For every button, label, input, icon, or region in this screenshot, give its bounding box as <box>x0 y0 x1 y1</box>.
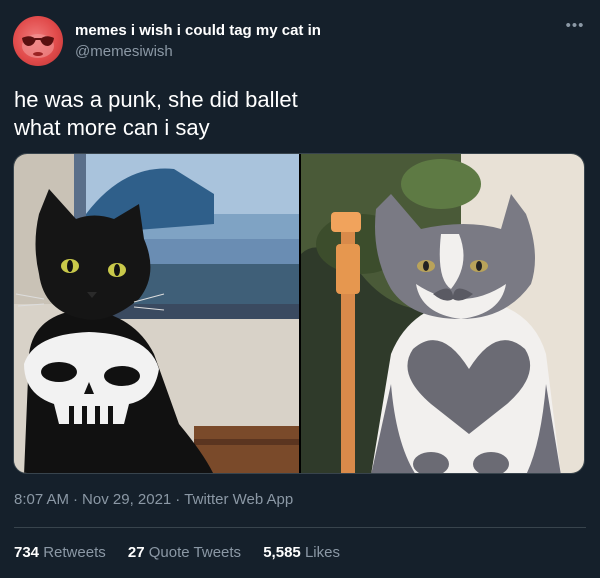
display-name[interactable]: memes i wish i could tag my cat in <box>75 22 321 39</box>
separator-dot: · <box>73 491 79 508</box>
quote-tweets-stat[interactable]: 27 Quote Tweets <box>128 544 241 561</box>
tweet-source[interactable]: Twitter Web App <box>184 491 293 508</box>
avatar[interactable] <box>13 16 63 66</box>
tweet-text-line: he was a punk, she did ballet <box>14 87 298 112</box>
separator-dot: · <box>175 491 181 508</box>
divider <box>14 527 586 528</box>
user-handle[interactable]: @memesiwish <box>75 43 173 60</box>
likes-label: Likes <box>304 544 340 561</box>
tweet-time[interactable]: 8:07 AM <box>14 491 69 508</box>
retweets-count: 734 <box>14 544 40 561</box>
tweet-timestamp[interactable]: 8:07 AM · Nov 29, 2021 · Twitter Web App <box>14 491 293 508</box>
tweet-media[interactable] <box>13 153 585 474</box>
tweet-text: he was a punk, she did ballet what more … <box>14 86 584 142</box>
tweet-date[interactable]: Nov 29, 2021 <box>82 491 171 508</box>
likes-stat[interactable]: 5,585 Likes <box>263 544 340 561</box>
more-horizontal-icon[interactable]: ••• <box>563 18 587 40</box>
quote-tweets-count: 27 <box>127 544 145 561</box>
grey-cat-photo[interactable] <box>301 154 584 473</box>
tweet-header: memes i wish i could tag my cat in @meme… <box>13 16 587 68</box>
tweet-text-line: what more can i say <box>14 115 210 140</box>
retweets-label: Retweets <box>43 544 106 561</box>
likes-count: 5,585 <box>263 544 301 561</box>
sunglasses-icon <box>22 34 54 58</box>
quote-tweets-label: Quote Tweets <box>148 544 242 561</box>
tweet-stats: 734 Retweets 27 Quote Tweets 5,585 Likes <box>14 544 358 561</box>
black-cat-photo[interactable] <box>14 154 299 473</box>
retweets-stat[interactable]: 734 Retweets <box>14 544 106 561</box>
